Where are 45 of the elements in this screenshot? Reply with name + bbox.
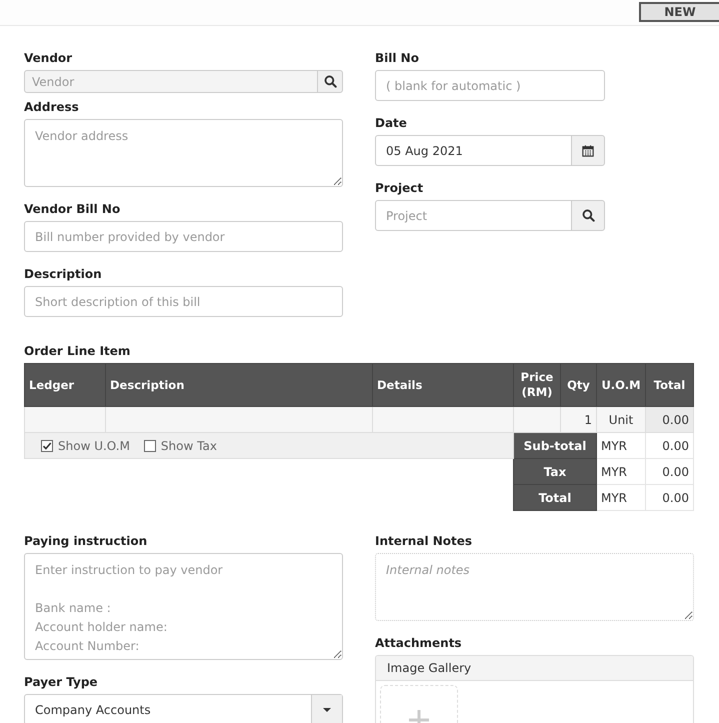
table-cell: 0.00: [646, 458, 694, 484]
table-cell: MYR: [596, 432, 646, 458]
field-label: Internal Notes: [375, 533, 474, 549]
column-header: Ledger: [24, 364, 106, 406]
column-header: U.O.M: [596, 364, 646, 406]
table-cell[interactable]: Unit: [596, 406, 646, 432]
input-field[interactable]: ( blank for automatic ): [375, 70, 605, 101]
checkbox-label: Show Tax: [160, 438, 217, 452]
field-label: Project: [375, 180, 424, 196]
panel-title: Image Gallery: [376, 656, 693, 681]
field-label: Bill No: [375, 50, 420, 66]
new-button[interactable]: NEW: [639, 2, 719, 22]
input-field[interactable]: Bill number provided by vendor: [24, 221, 343, 252]
text-area[interactable]: Internal notes: [375, 553, 694, 621]
field-label: Paying instruction: [24, 533, 148, 549]
table-cell: MYR: [596, 484, 646, 510]
totals-label: Sub-total: [514, 432, 596, 458]
field-label: Vendor: [24, 50, 74, 66]
input-field[interactable]: Vendor: [24, 70, 318, 93]
table-cell[interactable]: 1: [560, 406, 596, 432]
column-header: Price (RM): [514, 364, 560, 406]
field-label: Description: [24, 266, 103, 282]
column-header: Details: [372, 364, 514, 406]
field-label: Vendor Bill No: [24, 201, 122, 217]
column-header: Qty: [560, 364, 596, 406]
totals-label: Tax: [514, 458, 596, 484]
checkbox-label: Show U.O.M: [58, 438, 130, 452]
text-area[interactable]: Vendor address: [24, 119, 343, 187]
section-title: Order Line Item: [24, 343, 132, 359]
input-field[interactable]: Short description of this bill: [24, 286, 343, 317]
dropdown[interactable]: Company Accounts: [24, 694, 343, 723]
field-label: Attachments: [375, 635, 463, 651]
table-cell: MYR: [596, 458, 646, 484]
text-area[interactable]: Enter instruction to pay vendor Bank name : Account holder name: Account Number:: [24, 553, 343, 660]
totals-label: Total: [514, 484, 596, 510]
table-cell: 0.00: [646, 406, 694, 432]
field-label: Payer Type: [24, 674, 99, 690]
field-label: Address: [24, 99, 80, 115]
table-cell: 0.00: [646, 484, 694, 510]
column-header: Total: [646, 364, 694, 406]
input-field[interactable]: Project: [375, 200, 572, 231]
table-cell: 0.00: [646, 432, 694, 458]
field-label: Date: [375, 115, 408, 131]
input-field[interactable]: 05 Aug 2021: [375, 135, 572, 166]
column-header: Description: [106, 364, 372, 406]
